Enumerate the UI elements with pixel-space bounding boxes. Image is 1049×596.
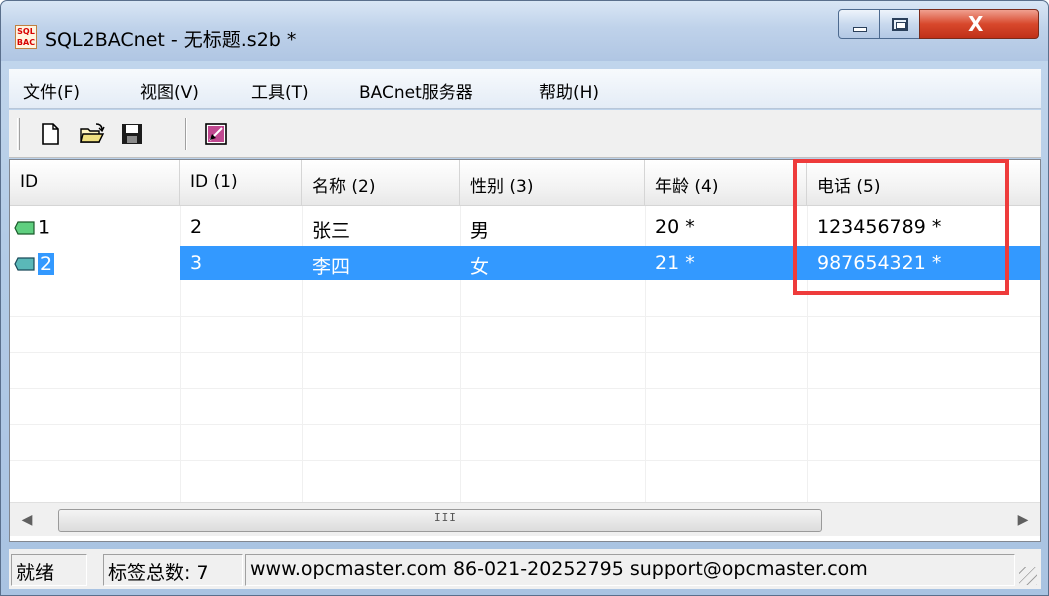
table-header: ID ID (1) 名称 (2) 性别 (3) 年龄 (4) 电话 (5)	[10, 160, 1040, 206]
grid-line	[10, 352, 1040, 353]
close-icon: X	[968, 12, 984, 36]
column-header-id-1[interactable]: ID (1)	[180, 160, 302, 206]
status-contact: www.opcmaster.com 86-021-20252795 suppor…	[245, 554, 1015, 586]
cell-age: 21 *	[655, 252, 695, 274]
save-disk-icon	[122, 124, 142, 144]
cell-name: 张三	[312, 220, 351, 242]
scroll-right-icon[interactable]: ▶	[1006, 503, 1040, 537]
app-icon-text-top: SQL	[17, 27, 35, 36]
status-ready: 就绪	[11, 554, 87, 586]
close-button[interactable]: X	[919, 9, 1039, 39]
app-icon: SQL BAC	[15, 25, 37, 49]
cell-id-1: 3	[190, 252, 203, 274]
toolbar-grip[interactable]	[17, 118, 20, 150]
toolbar-separator	[185, 118, 187, 150]
tag-icon	[14, 256, 36, 271]
column-header-phone[interactable]: 电话 (5)	[807, 160, 1040, 206]
save-button[interactable]	[119, 121, 145, 147]
new-file-icon	[42, 123, 59, 145]
column-header-gender[interactable]: 性别 (3)	[460, 160, 645, 206]
cell-phone: 123456789 *	[817, 216, 942, 238]
thumb-grip-icon: III	[434, 511, 457, 524]
new-file-button[interactable]	[37, 121, 63, 147]
cell-gender: 女	[470, 256, 490, 278]
table-row[interactable]: 1 2 张三 男 20 * 123456789 *	[10, 210, 1040, 246]
properties-icon	[205, 123, 227, 145]
scrollbar-thumb[interactable]: III	[58, 509, 822, 532]
minimize-button[interactable]	[838, 9, 880, 39]
grid-line	[10, 424, 1040, 425]
horizontal-scrollbar[interactable]: ◀ III ▶	[10, 502, 1040, 536]
tag-list-view[interactable]: ID ID (1) 名称 (2) 性别 (3) 年龄 (4) 电话 (5) 1 …	[9, 159, 1041, 542]
app-icon-text-bottom: BAC	[16, 38, 36, 47]
open-file-button[interactable]	[79, 121, 105, 147]
table-row-selected[interactable]: 2 3 李四 女 21 * 987654321 *	[10, 246, 1040, 282]
grid-line	[10, 316, 1040, 317]
status-bar: 就绪 标签总数: 7 www.opcmaster.com 86-021-2025…	[9, 549, 1041, 589]
row-id: 2	[38, 252, 55, 275]
tag-icon	[14, 220, 36, 235]
cell-gender: 男	[470, 220, 490, 242]
application-window: SQL BAC SQL2BACnet - 无标题.s2b * X 文件(F) 视…	[0, 0, 1049, 596]
cell-age: 20 *	[655, 216, 695, 238]
scroll-left-icon[interactable]: ◀	[10, 503, 44, 537]
column-header-age[interactable]: 年龄 (4)	[645, 160, 807, 206]
grid-line	[10, 460, 1040, 461]
open-folder-icon	[80, 123, 105, 143]
cell-name: 李四	[312, 256, 351, 278]
cell-id-1: 2	[190, 216, 203, 238]
title-bar[interactable]: SQL BAC SQL2BACnet - 无标题.s2b * X	[1, 1, 1048, 61]
row-id: 1	[38, 216, 51, 239]
maximize-button[interactable]	[879, 9, 920, 39]
menu-file[interactable]: 文件(F)	[23, 78, 80, 103]
menu-help[interactable]: 帮助(H)	[539, 78, 599, 103]
grid-line	[10, 388, 1040, 389]
column-header-name[interactable]: 名称 (2)	[302, 160, 460, 206]
menu-bacnet-server[interactable]: BACnet服务器	[359, 78, 473, 103]
properties-button[interactable]	[203, 121, 229, 147]
row-id-cell: 1	[10, 210, 180, 246]
toolbar	[9, 110, 1041, 158]
window-title: SQL2BACnet - 无标题.s2b *	[45, 29, 297, 51]
menu-tools[interactable]: 工具(T)	[251, 78, 309, 103]
menu-bar: 文件(F) 视图(V) 工具(T) BACnet服务器 帮助(H)	[9, 69, 1041, 109]
minimize-icon	[853, 27, 867, 32]
status-tag-count: 标签总数: 7	[103, 554, 243, 586]
cell-phone: 987654321 *	[817, 252, 942, 274]
restore-icon	[892, 18, 908, 31]
menu-view[interactable]: 视图(V)	[140, 78, 199, 103]
column-header-id[interactable]: ID	[10, 160, 180, 206]
row-id-cell: 2	[10, 246, 180, 282]
resize-grip-icon[interactable]	[1019, 567, 1037, 585]
